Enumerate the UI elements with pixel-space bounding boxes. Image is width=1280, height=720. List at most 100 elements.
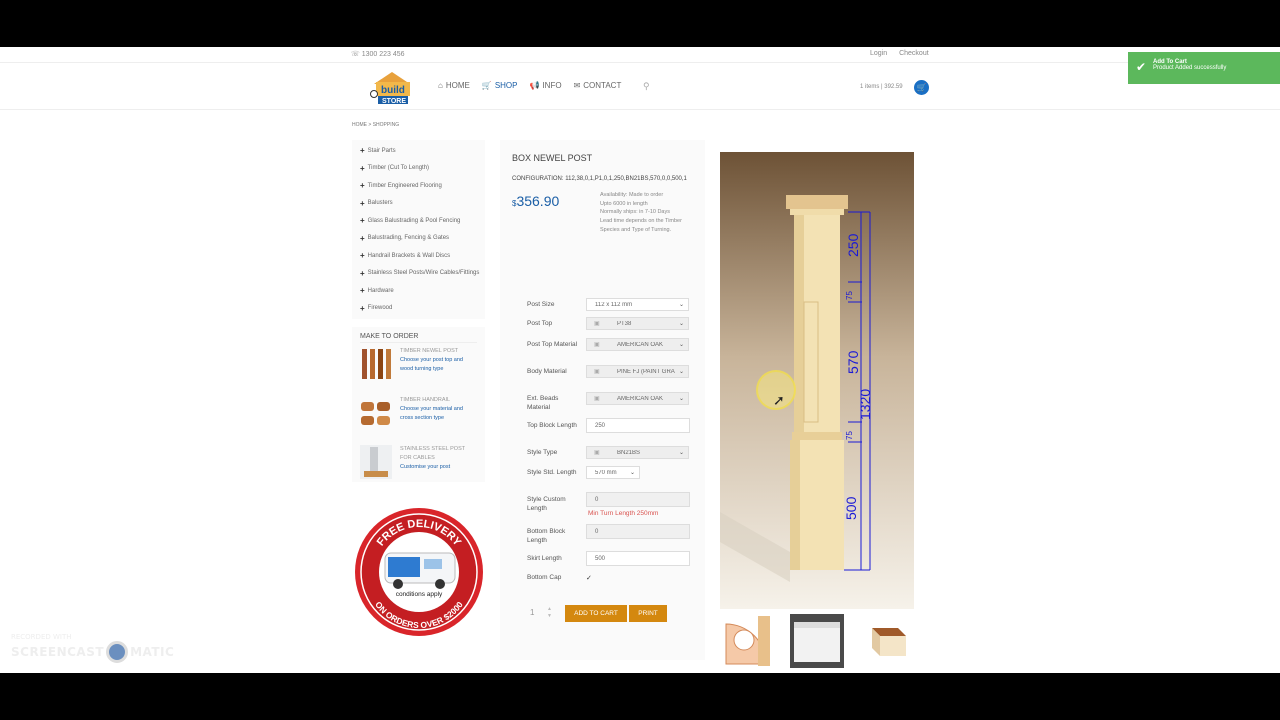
thumbnail-profile[interactable] [722, 614, 776, 668]
login-link[interactable]: Login [870, 50, 887, 57]
quantity-stepper[interactable]: 1 ▲ ▼ [519, 605, 554, 622]
checkout-link[interactable]: Checkout [899, 50, 929, 57]
cart-button[interactable]: 🛒 [914, 80, 929, 95]
top-links: Login Checkout [870, 50, 939, 57]
sidebar-item-balusters[interactable]: + Balusters [352, 195, 485, 213]
sidebar-item-fencing[interactable]: + Balustrading, Fencing & Gates [352, 230, 485, 248]
top-block-length-input[interactable]: 250 [586, 418, 690, 433]
chevron-down-icon: ⌄ [678, 321, 684, 327]
body-material-select[interactable]: ▣ PINE FJ (PAINT GRADE)⌄ [586, 365, 689, 378]
search-icon[interactable]: ⚲ [643, 81, 650, 92]
handrail-thumbnail [361, 402, 390, 425]
mto-timber-newel-post[interactable]: TIMBER NEWEL POST Choose your post top a… [360, 347, 477, 396]
nav-contact-label: CONTACT [583, 81, 622, 90]
plus-icon: + [360, 146, 365, 156]
mto-timber-handrail[interactable]: TIMBER HANDRAIL Choose your material and… [360, 396, 477, 445]
mto-item-link[interactable]: Choose your material and cross section t… [400, 405, 477, 423]
plus-icon: + [360, 303, 365, 313]
sidebar-item-flooring[interactable]: + Timber Engineered Flooring [352, 177, 485, 195]
select-value: PINE FJ (PAINT GRADE) [617, 369, 675, 375]
post-top-material-select[interactable]: ▣ AMERICAN OAK ⌄ [586, 338, 689, 351]
print-button[interactable]: PRINT [629, 605, 667, 622]
record-dot-icon [106, 641, 129, 663]
thumbnail-cap[interactable] [858, 614, 912, 668]
megaphone-icon: 📢 [529, 81, 540, 90]
sidebar-item-timber[interactable]: + Timber (Cut To Length) [352, 160, 485, 178]
sidebar-item-label: Balustrading, Fencing & Gates [367, 235, 450, 242]
add-to-cart-button[interactable]: ADD TO CART [565, 605, 627, 622]
nav-info[interactable]: 📢 INFO [529, 81, 561, 90]
image-icon: ▣ [594, 342, 600, 348]
nav-info-label: INFO [542, 81, 562, 90]
nav-shop[interactable]: 🛒 SHOP [482, 81, 518, 90]
nav-contact[interactable]: ✉ CONTACT [574, 81, 622, 90]
style-custom-length-input[interactable]: 0 [586, 492, 690, 507]
free-delivery-badge[interactable]: FREE DELIVERY ON ORDERS OVER $2000 condi… [352, 507, 486, 637]
bottom-cap-checkbox[interactable]: ✓ [586, 574, 592, 582]
price-value: 356.90 [516, 193, 560, 209]
sidebar-item-glass-balustrading[interactable]: + Glass Balustrading & Pool Fencing [352, 212, 485, 230]
stepper-arrows-icon[interactable]: ▲ ▼ [547, 606, 552, 620]
dim-label: 500 [843, 496, 859, 520]
thumbnail-box[interactable] [790, 614, 844, 668]
bottom-block-length-label: Bottom Block Length [527, 528, 566, 544]
plus-icon: + [360, 286, 365, 296]
cart-summary[interactable]: 1 items | 392.59 [860, 84, 903, 90]
post-size-label: Post Size [527, 301, 555, 308]
product-3d-viewer[interactable]: 250 75 570 1320 75 500 [720, 152, 914, 609]
sidebar-item-stair-parts[interactable]: + Stair Parts [352, 142, 485, 160]
plus-icon: + [360, 163, 365, 173]
chevron-down-icon: ⌄ [678, 342, 684, 348]
mto-item-title: TIMBER NEWEL POST [400, 348, 459, 354]
sidebar-item-hardware[interactable]: + Hardware [352, 282, 485, 300]
phone-text: 1300 223 456 [361, 51, 405, 58]
plus-icon: + [360, 198, 365, 208]
body-material-label: Body Material [527, 368, 567, 375]
nav-home[interactable]: ⌂ HOME [438, 81, 470, 90]
skirt-length-label: Skirt Length [527, 555, 562, 562]
plus-icon: + [360, 233, 365, 243]
dim-label: 570 [845, 350, 861, 374]
image-icon: ▣ [594, 321, 600, 327]
chevron-down-icon: ⌄ [678, 450, 684, 456]
mto-item-link[interactable]: Customise your post [400, 463, 477, 472]
style-type-select[interactable]: ▣ BN21BS ⌄ [586, 446, 689, 459]
style-std-length-select[interactable]: 570 mm ⌄ [586, 466, 640, 479]
post-top-select[interactable]: ▣ PT38 ⌄ [586, 317, 689, 330]
mto-stainless-post[interactable]: STAINLESS STEEL POST FOR CABLES Customis… [360, 445, 477, 494]
chevron-down-icon: ⌄ [678, 396, 684, 402]
ibuild-store-logo[interactable]: build STORE [368, 68, 416, 106]
style-custom-length-label: Style Custom Length [527, 496, 566, 512]
select-value: AMERICAN OAK [617, 342, 664, 348]
mto-item-title: TIMBER HANDRAIL [400, 397, 451, 403]
style-type-label: Style Type [527, 449, 558, 456]
availability-line: Normally ships: in 7-10 Days [600, 209, 670, 216]
plus-icon: + [360, 181, 365, 191]
post-top-label: Post Top [527, 320, 553, 327]
dim-label: 1320 [857, 389, 873, 420]
dim-label: 75 [845, 291, 854, 300]
sidebar-item-handrail-brackets[interactable]: + Handrail Brackets & Wall Discs [352, 247, 485, 265]
breadcrumb[interactable]: HOME > SHOPPING [352, 122, 399, 128]
plus-icon: + [360, 216, 365, 226]
bottom-block-length-input[interactable]: 0 [586, 524, 690, 539]
mto-text: TIMBER HANDRAIL Choose your material and… [400, 396, 477, 445]
svg-text:STORE: STORE [382, 98, 406, 105]
availability-line: Upto 6000 in length [600, 200, 648, 207]
sidebar-item-stainless-posts[interactable]: + Stainless Steel Posts/Wire Cables/Fitti… [352, 265, 485, 283]
sidebar-item-label: Stainless Steel Posts/Wire Cables/Fittin… [367, 270, 480, 277]
svg-text:build: build [381, 85, 405, 96]
sidebar-item-label: Hardware [367, 287, 394, 294]
post-size-select[interactable]: 112 x 112 mm ⌄ [586, 298, 689, 311]
sidebar-item-label: Timber Engineered Flooring [367, 182, 442, 189]
chevron-down-icon: ⌄ [629, 470, 635, 476]
sidebar-item-label: Firewood [367, 305, 393, 312]
mouse-cursor-icon: ➚ [773, 392, 785, 408]
sidebar-item-firewood[interactable]: + Firewood [352, 300, 485, 318]
select-value: AMERICAN OAK [617, 396, 664, 402]
sidebar-item-label: Glass Balustrading & Pool Fencing [367, 217, 461, 224]
mto-item-link[interactable]: Choose your post top and wood turning ty… [400, 356, 477, 374]
skirt-length-input[interactable]: 500 [586, 551, 690, 566]
ext-beads-material-select[interactable]: ▣ AMERICAN OAK ⌄ [586, 392, 689, 405]
plus-icon: + [360, 251, 365, 261]
